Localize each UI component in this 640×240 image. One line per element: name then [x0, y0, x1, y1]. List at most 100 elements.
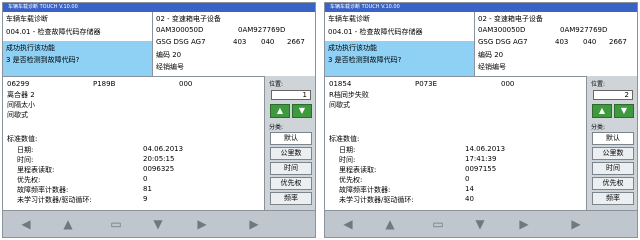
value-label: 日期: — [339, 146, 356, 154]
back-icon[interactable]: ◀ — [333, 215, 363, 233]
ecu-value-2: 040 — [583, 38, 597, 46]
header: 车辆车载诊断 004.01 - 检查故障代码存储器 成功执行该功能 3 是否检测… — [325, 12, 637, 77]
position-label: 位置: — [591, 81, 606, 88]
navigation-bar: ◀ ▲ ▭ ▼ ▶ ▶ — [325, 210, 637, 237]
function-name: 004.01 - 检查故障代码存储器 — [6, 28, 101, 36]
value-reading: 0097155 — [465, 165, 497, 173]
fault-description-line: R档同步失败 — [329, 91, 369, 99]
ecu-info: 02 - 变速箱电子设备 0AM300050D 0AM927769D GSG D… — [475, 12, 637, 76]
value-reading: 04.06.2013 — [143, 145, 184, 153]
step-question: 3 是否检测到故障代码? — [6, 56, 80, 64]
fault-description-line: 间歇式 — [329, 101, 350, 109]
sort-button[interactable]: 公里数 — [270, 147, 312, 160]
forward-icon[interactable]: ▶ — [187, 215, 217, 233]
value-reading: 0 — [465, 175, 470, 183]
arrow-up-icon[interactable]: ▲ — [270, 104, 290, 118]
fault-detail: 01854 P073E 000 R档同步失败 间歇式 标准数值: 日期: 14.0… — [325, 76, 587, 210]
back-icon[interactable]: ◀ — [11, 215, 41, 233]
sort-button[interactable]: 频率 — [270, 192, 312, 205]
ecu-value-3: 2667 — [287, 38, 305, 46]
sort-button[interactable]: 时间 — [270, 162, 312, 175]
fault-description-line: 间歇式 — [7, 111, 28, 119]
position-field[interactable]: 1 — [271, 90, 311, 100]
fault-detail: 06299 P189B 000 离合器 2 间隔太小 间歇式 标准数值: 日期: 0… — [3, 76, 265, 210]
part-number: 0AM300050D — [478, 26, 526, 34]
dealer-number: 经销编号 — [156, 63, 184, 71]
value-label: 未学习计数器/驱动循环: — [17, 196, 92, 204]
value-reading: 20:05:15 — [143, 155, 175, 163]
menu-icon[interactable]: ▶ — [561, 215, 591, 233]
window-title: 车辆车载诊断 TOUCH V.10.00 — [325, 3, 637, 12]
dealer-number: 经销编号 — [478, 63, 506, 71]
ecu-value-2: 040 — [261, 38, 275, 46]
fault-code: 01854 — [329, 80, 352, 88]
menu-icon[interactable]: ▶ — [239, 215, 269, 233]
sort-button[interactable]: 默认 — [592, 132, 634, 145]
value-reading: 14 — [465, 185, 474, 193]
ecu-info: 02 - 变速箱电子设备 0AM300050D 0AM927769D GSG D… — [153, 12, 315, 76]
standard-values-title: 标准数值: — [7, 135, 38, 143]
down-icon[interactable]: ▼ — [143, 215, 173, 233]
window-title: 车辆车载诊断 TOUCH V.10.00 — [3, 3, 315, 12]
value-label: 里程表读取: — [339, 166, 377, 174]
function-status: 成功执行该功能 — [328, 44, 377, 52]
ecu-value-1: 403 — [555, 38, 569, 46]
position-label: 位置: — [269, 81, 284, 88]
coding: 编码 20 — [156, 51, 182, 59]
arrow-down-icon[interactable]: ▼ — [292, 104, 312, 118]
sort-button[interactable]: 公里数 — [592, 147, 634, 160]
value-reading: 0 — [143, 175, 148, 183]
value-reading: 14.06.2013 — [465, 145, 506, 153]
function-path: 车辆车载诊断 004.01 - 检查故障代码存储器 成功执行该功能 3 是否检测… — [3, 12, 153, 77]
function-path: 车辆车载诊断 004.01 - 检查故障代码存储器 成功执行该功能 3 是否检测… — [325, 12, 475, 77]
navigation-bar: ◀ ▲ ▭ ▼ ▶ ▶ — [3, 210, 315, 237]
obd-code: P189B — [93, 80, 116, 88]
header: 车辆车载诊断 004.01 - 检查故障代码存储器 成功执行该功能 3 是否检测… — [3, 12, 315, 77]
system-name: 02 - 变速箱电子设备 — [156, 15, 221, 23]
step-question: 3 是否检测到故障代码? — [328, 56, 402, 64]
sort-button[interactable]: 频率 — [592, 192, 634, 205]
ecu-value-1: 403 — [233, 38, 247, 46]
part-number-2: 0AM927769D — [560, 26, 608, 34]
down-icon[interactable]: ▼ — [465, 215, 495, 233]
sort-label: 分类: — [269, 124, 284, 131]
value-label: 优先权: — [339, 176, 363, 184]
value-label: 故障频率计数器: — [339, 186, 391, 194]
value-reading: 9 — [143, 195, 148, 203]
sort-button[interactable]: 时间 — [592, 162, 634, 175]
value-reading: 17:41:39 — [465, 155, 497, 163]
obd-code: P073E — [415, 80, 438, 88]
fault-description-line: 间隔太小 — [7, 101, 35, 109]
arrow-down-icon[interactable]: ▼ — [614, 104, 634, 118]
arrow-up-icon[interactable]: ▲ — [592, 104, 612, 118]
standard-values-title: 标准数值: — [329, 135, 360, 143]
sort-button[interactable]: 优先权 — [270, 177, 312, 190]
value-reading: 0096325 — [143, 165, 175, 173]
function-status: 成功执行该功能 — [6, 44, 55, 52]
up-icon[interactable]: ▲ — [375, 215, 405, 233]
app-name: 车辆车载诊断 — [6, 15, 48, 23]
value-reading: 81 — [143, 185, 152, 193]
coding: 编码 20 — [478, 51, 504, 59]
diagnostic-panel: 车辆车载诊断 TOUCH V.10.00 车辆车载诊断 004.01 - 检查故… — [324, 2, 638, 238]
part-number-2: 0AM927769D — [238, 26, 286, 34]
sort-button[interactable]: 默认 — [270, 132, 312, 145]
app-name: 车辆车载诊断 — [328, 15, 370, 23]
fault-status: 000 — [501, 80, 515, 88]
sort-label: 分类: — [591, 124, 606, 131]
print-icon[interactable]: ▭ — [101, 215, 131, 233]
forward-icon[interactable]: ▶ — [509, 215, 539, 233]
value-reading: 40 — [465, 195, 474, 203]
value-label: 优先权: — [17, 176, 41, 184]
sort-sidebar: 位置: 2 ▲ ▼ 分类: 默认公里数时间优先权频率 — [587, 76, 637, 210]
fault-status: 000 — [179, 80, 193, 88]
value-label: 未学习计数器/驱动循环: — [339, 196, 414, 204]
function-name: 004.01 - 检查故障代码存储器 — [328, 28, 423, 36]
position-field[interactable]: 2 — [593, 90, 633, 100]
sort-sidebar: 位置: 1 ▲ ▼ 分类: 默认公里数时间优先权频率 — [265, 76, 315, 210]
sort-button[interactable]: 优先权 — [592, 177, 634, 190]
diagnostic-panel: 车辆车载诊断 TOUCH V.10.00 车辆车载诊断 004.01 - 检查故… — [2, 2, 316, 238]
print-icon[interactable]: ▭ — [423, 215, 453, 233]
ecu-value-3: 2667 — [609, 38, 627, 46]
up-icon[interactable]: ▲ — [53, 215, 83, 233]
